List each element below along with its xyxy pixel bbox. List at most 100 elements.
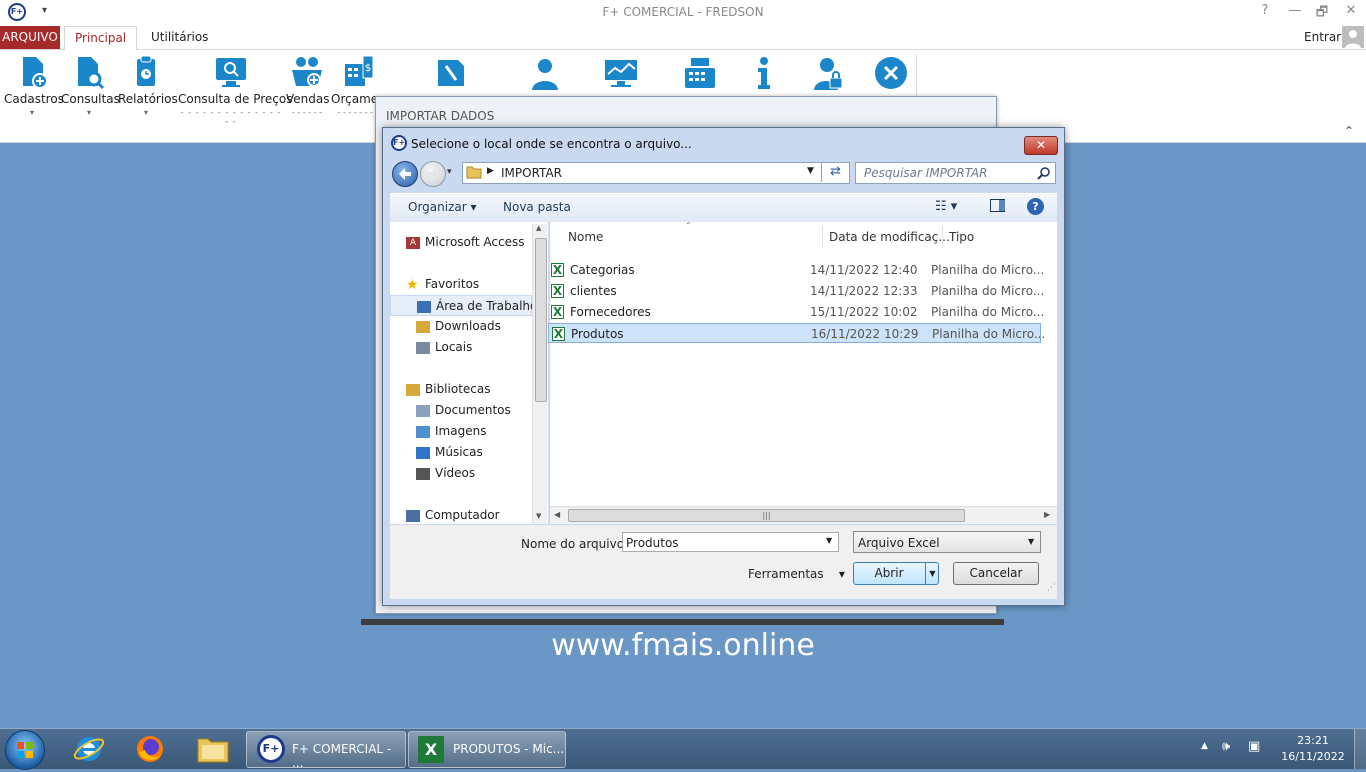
computer-icon [406, 509, 420, 522]
dialog-close-button[interactable]: ✕ [1024, 136, 1058, 155]
filetype-dropdown-icon: ▼ [1028, 537, 1035, 546]
ribbon-consultas-button[interactable]: Consultas ▾ [61, 54, 120, 117]
taskbar-excel-produtos[interactable]: X PRODUTOS - Mic... [408, 731, 566, 768]
search-input[interactable]: Pesquisar IMPORTAR [864, 166, 987, 180]
nav-item-label: Documentos [435, 403, 511, 417]
open-button[interactable]: Abrir ▼ [853, 562, 939, 585]
importar-dados-title: IMPORTAR DADOS [386, 109, 495, 123]
user-lock-icon[interactable] [812, 56, 846, 90]
nav-item-label: Microsoft Access [425, 235, 525, 249]
new-folder-button[interactable]: Nova pasta [503, 200, 571, 214]
help-icon[interactable]: ? [1027, 198, 1044, 215]
column-header-date[interactable]: Data de modificaç... [829, 230, 950, 244]
close-button[interactable]: ✕ [1341, 3, 1361, 21]
nav-item-documentos[interactable]: Documentos [390, 400, 532, 421]
search-icon[interactable] [1037, 166, 1051, 180]
nav-item-imagens[interactable]: Imagens [390, 421, 532, 442]
internet-explorer-icon[interactable] [72, 732, 106, 766]
history-dropdown-button[interactable]: ▾ [447, 167, 452, 177]
restore-button[interactable]: 🗗 [1312, 3, 1332, 21]
basket-icon [292, 57, 322, 87]
nav-item-bibliotecas[interactable]: Bibliotecas [390, 379, 532, 400]
back-button[interactable] [392, 161, 418, 187]
start-button[interactable] [5, 730, 45, 770]
file-row[interactable]: Xclientes 14/11/2022 12:33 Planilha do Mic… [548, 281, 1044, 301]
minimize-button[interactable]: — [1285, 3, 1305, 21]
organize-button[interactable]: Organizar ▾ [408, 200, 477, 214]
filetype-select[interactable]: Arquivo Excel ▼ [853, 531, 1041, 553]
user-avatar-icon[interactable] [1342, 26, 1364, 48]
movement-monitor-icon[interactable] [603, 56, 639, 90]
firefox-icon[interactable] [133, 732, 167, 766]
file-date: 14/11/2022 12:40 [810, 263, 918, 277]
volume-icon[interactable]: 🕪 [1222, 739, 1230, 754]
taskbar-fplus-comercial[interactable]: F+ F+ COMERCIAL - ... [246, 731, 406, 770]
nav-item-músicas[interactable]: Músicas [390, 442, 532, 463]
nav-scroll-thumb[interactable] [535, 238, 547, 402]
nav-item-área-de-trabalho[interactable]: Área de Trabalho [390, 295, 532, 316]
tab-utilitarios[interactable]: Utilitários [141, 26, 218, 49]
nav-item-computador[interactable]: Computador [390, 505, 532, 524]
file-name: Produtos [571, 327, 624, 341]
tab-arquivo[interactable]: ARQUIVO [0, 26, 60, 49]
show-hidden-icons-button[interactable]: ▲ [1201, 741, 1208, 751]
view-options-icon[interactable]: ☷ ▾ [935, 199, 957, 214]
administrator-icon[interactable] [528, 56, 562, 90]
show-desktop-button[interactable] [1354, 729, 1366, 769]
cancel-button[interactable]: Cancelar [953, 562, 1039, 585]
sort-indicator-icon: ⌃ [685, 221, 692, 230]
nav-item-label: Área de Trabalho [436, 299, 532, 313]
file-row[interactable]: X Fornecedores 15/11/2022 10:02 Planilha do… [548, 302, 1044, 322]
file-add-icon [23, 57, 48, 89]
search-box[interactable]: Pesquisar IMPORTAR [855, 162, 1056, 184]
ribbon-consulta-precos-button[interactable]: Consulta de Preços - - - - - - - - - - -… [178, 54, 292, 126]
file-explorer-icon[interactable] [196, 733, 230, 765]
report-icon [137, 55, 155, 86]
entrar-link[interactable]: Entrar [1304, 30, 1341, 44]
nav-scrollbar[interactable]: ▲ ▼ [532, 224, 547, 524]
clock-time[interactable]: 23:21 [1286, 734, 1340, 747]
file-name: Categorias [570, 263, 635, 277]
ribbon-collapse-button[interactable]: ⌃ [1344, 124, 1354, 138]
file-row[interactable]: X Categorias 14/11/2022 12:40 Planilha do M… [548, 260, 1044, 280]
nav-item-downloads[interactable]: Downloads [390, 316, 532, 337]
address-bar[interactable]: ▶ IMPORTAR ▼ ⇄ [462, 162, 850, 184]
address-path[interactable]: IMPORTAR [501, 166, 562, 180]
nav-item-favoritos[interactable]: ★ Favoritos [390, 274, 532, 295]
title-bar: F+ ▾ F+ COMERCIAL - FREDSON ? — 🗗 ✕ [0, 0, 1366, 25]
fplus-icon: F+ [257, 735, 285, 763]
column-header-type[interactable]: Tipo [949, 230, 974, 244]
clock-date[interactable]: 16/11/2022 [1278, 750, 1348, 763]
tools-button[interactable]: Ferramentas ▾ [748, 567, 845, 581]
nav-item-vídeos[interactable]: Vídeos [390, 463, 532, 484]
nav-item-locais[interactable]: Locais [390, 337, 532, 358]
tab-principal[interactable]: Principal [64, 26, 138, 51]
ribbon-vendas-button[interactable]: Vendas - - - - - - [286, 54, 330, 117]
preview-pane-icon[interactable] [990, 199, 1005, 212]
exit-icon[interactable] [874, 56, 908, 90]
access-icon: A [406, 236, 420, 249]
info-icon[interactable] [752, 56, 776, 90]
refresh-button[interactable]: ⇄ [821, 162, 849, 182]
cash-register-icon[interactable] [683, 56, 717, 90]
forward-button[interactable] [420, 161, 446, 187]
address-dropdown-icon[interactable]: ▼ [807, 166, 814, 176]
ribbon-cadastros-button[interactable]: Cadastros ▾ [4, 54, 64, 117]
filename-dropdown-icon[interactable]: ▼ [826, 536, 832, 545]
filename-field[interactable]: Produtos ▼ [622, 532, 839, 552]
open-dropdown-icon[interactable]: ▼ [925, 563, 939, 584]
column-header-name[interactable]: Nome [568, 230, 603, 244]
nav-item-microsoft-access[interactable]: A Microsoft Access [390, 232, 532, 253]
nav-item-label: Computador [425, 508, 500, 522]
h-scroll-thumb[interactable]: ||| [568, 509, 965, 522]
nav-item-label: Locais [435, 340, 473, 354]
dialog-caption: Selecione o local onde se encontra o arq… [411, 137, 692, 151]
horizontal-scrollbar[interactable]: ◀ ||| ▶ [550, 506, 1057, 524]
network-icon[interactable]: ▣ [1248, 739, 1260, 754]
ribbon-relatorios-button[interactable]: Relatórios ▾ [118, 54, 178, 117]
resize-grip-icon[interactable]: ⋰ [1047, 583, 1056, 593]
video-icon [416, 467, 430, 480]
help-button[interactable]: ? [1255, 3, 1275, 21]
service-order-icon[interactable] [434, 56, 468, 90]
file-row[interactable]: X Produtos 16/11/2022 10:29 Planilha do Mic… [548, 323, 1045, 343]
